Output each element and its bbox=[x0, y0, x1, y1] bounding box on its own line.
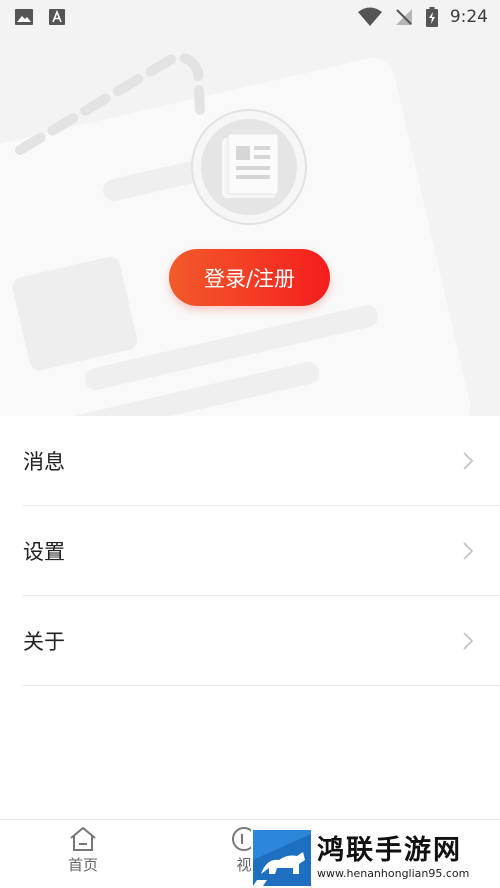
menu-item-label: 关于 bbox=[23, 630, 65, 654]
login-register-button[interactable]: 登录/注册 bbox=[169, 249, 330, 306]
profile-header: 登录/注册 bbox=[0, 0, 500, 416]
chevron-right-icon bbox=[463, 632, 474, 650]
watermark-title: 鸿联手游网 bbox=[317, 834, 462, 866]
image-notification-icon bbox=[15, 9, 33, 25]
menu-item-messages[interactable]: 消息 bbox=[0, 416, 500, 506]
menu-item-label: 消息 bbox=[23, 450, 65, 474]
menu-item-about[interactable]: 关于 bbox=[0, 596, 500, 686]
watermark-logo bbox=[253, 829, 311, 886]
settings-menu: 消息 设置 关于 bbox=[0, 416, 500, 686]
avatar-placeholder bbox=[201, 119, 297, 215]
menu-item-settings[interactable]: 设置 bbox=[0, 506, 500, 596]
status-time: 9:24 bbox=[449, 7, 488, 27]
wifi-icon bbox=[357, 7, 382, 26]
site-watermark: 鸿联手游网 www.henanhonglian95.com bbox=[251, 827, 500, 888]
no-signal-icon bbox=[395, 9, 412, 25]
status-bar: 9:24 bbox=[0, 0, 500, 34]
chevron-right-icon bbox=[463, 452, 474, 470]
tab-label: 首页 bbox=[67, 856, 98, 874]
battery-charging-icon bbox=[425, 7, 438, 27]
font-a-notification-icon bbox=[49, 9, 65, 25]
chevron-right-icon bbox=[463, 542, 474, 560]
watermark-url: www.henanhonglian95.com bbox=[317, 866, 470, 880]
tab-label: 视 bbox=[236, 856, 252, 874]
home-icon bbox=[70, 827, 96, 851]
tab-home[interactable]: 首页 bbox=[43, 826, 123, 875]
menu-item-label: 设置 bbox=[23, 540, 65, 564]
avatar[interactable] bbox=[191, 109, 307, 225]
document-icon bbox=[222, 133, 279, 198]
